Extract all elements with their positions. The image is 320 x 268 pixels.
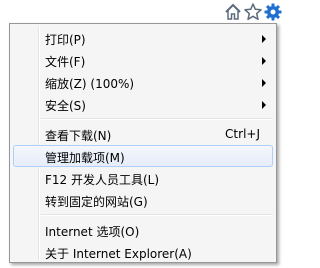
menu-item-label: 管理加载项(M) bbox=[45, 151, 125, 165]
menu-item-pinned-sites[interactable]: 转到固定的网站(G) bbox=[13, 189, 273, 211]
menu-item-about-ie[interactable]: 关于 Internet Explorer(A) bbox=[13, 241, 273, 263]
menu-item-label: 打印(P) bbox=[45, 33, 86, 47]
submenu-arrow-icon bbox=[262, 57, 266, 65]
menu-item-label: 安全(S) bbox=[45, 99, 86, 113]
menu-item-internet-options[interactable]: Internet 选项(O) bbox=[13, 219, 273, 241]
tools-button[interactable] bbox=[261, 1, 283, 23]
menu-item-view-downloads[interactable]: 查看下载(N) Ctrl+J bbox=[13, 123, 273, 145]
menu-item-shortcut: Ctrl+J bbox=[225, 127, 260, 141]
menu-item-zoom[interactable]: 缩放(Z) (100%) bbox=[13, 71, 273, 93]
submenu-arrow-icon bbox=[262, 101, 266, 109]
menu-item-safety[interactable]: 安全(S) bbox=[13, 93, 273, 115]
menu-item-print[interactable]: 打印(P) bbox=[13, 27, 273, 49]
menu-item-label: 关于 Internet Explorer(A) bbox=[45, 247, 192, 261]
menu-item-manage-addons[interactable]: 管理加载项(M) bbox=[13, 145, 273, 167]
favorites-star-icon[interactable] bbox=[243, 2, 263, 22]
menu-separator bbox=[41, 214, 273, 216]
submenu-arrow-icon bbox=[262, 35, 266, 43]
menu-item-file[interactable]: 文件(F) bbox=[13, 49, 273, 71]
home-icon[interactable] bbox=[223, 2, 243, 22]
menu-separator bbox=[41, 118, 273, 120]
menu-item-label: Internet 选项(O) bbox=[45, 225, 140, 239]
menu-item-label: 查看下载(N) bbox=[45, 129, 112, 143]
menu-item-f12-developer-tools[interactable]: F12 开发人员工具(L) bbox=[13, 167, 273, 189]
menu-item-label: 文件(F) bbox=[45, 55, 86, 69]
submenu-arrow-icon bbox=[262, 79, 266, 87]
tools-menu: 打印(P) 文件(F) 缩放(Z) (100%) 安全(S) 查看下载(N) C… bbox=[9, 23, 277, 263]
menu-item-label: 缩放(Z) (100%) bbox=[45, 77, 135, 91]
tools-gear-icon bbox=[264, 3, 282, 21]
menu-item-label: 转到固定的网站(G) bbox=[45, 195, 148, 209]
screen: 打印(P) 文件(F) 缩放(Z) (100%) 安全(S) 查看下载(N) C… bbox=[0, 0, 287, 268]
menu-item-label: F12 开发人员工具(L) bbox=[45, 173, 160, 187]
